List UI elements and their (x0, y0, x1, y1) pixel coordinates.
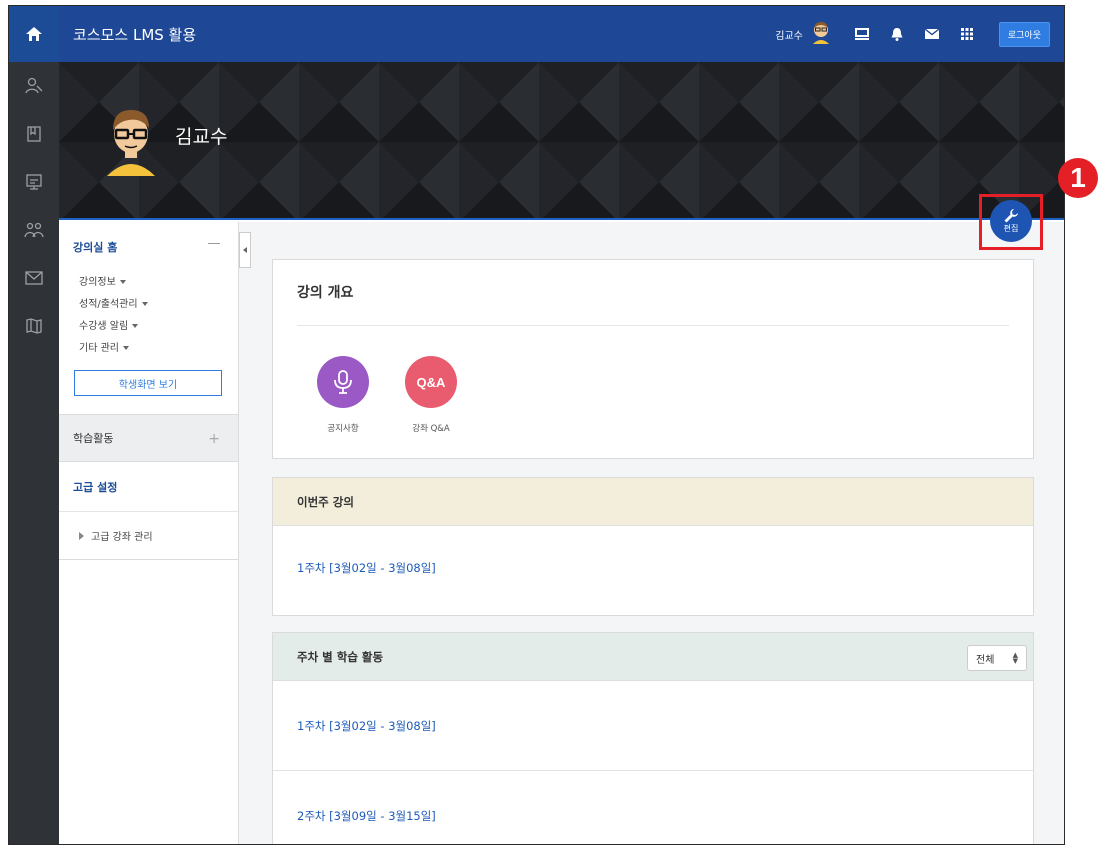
plus-icon[interactable]: + (208, 431, 220, 447)
bell-icon (891, 27, 903, 41)
advanced-course-management-label: 고급 강좌 관리 (91, 532, 153, 543)
edit-highlight-box: 편집 (979, 194, 1043, 250)
edit-label: 편집 (1003, 223, 1019, 233)
profile-avatar[interactable] (101, 104, 161, 180)
weekly-header: 주차 별 학습 활동 전체 ▲ ▼ (273, 633, 1033, 681)
logout-button[interactable]: 로그아웃 (998, 21, 1050, 47)
activity-notice-label[interactable]: 공지사항 (303, 422, 383, 434)
grid-icon (960, 28, 973, 40)
top-bar: 코스모스 LMS 활용 김교수 로그아웃 (59, 6, 1064, 62)
messages-button[interactable] (924, 29, 939, 39)
avatar-icon (812, 22, 829, 44)
activity-notice[interactable]: 공지사항 (303, 356, 383, 434)
week-row: 2주차 [3월09일 - 3월15일] (273, 771, 1033, 844)
week-row: 1주차 [3월02일 - 3월08일] (273, 681, 1033, 771)
menu-grade-attendance[interactable]: 성적/출석관리 (79, 294, 238, 316)
course-overview-card: 강의 개요 공지사항 Q&A 강좌 Q&A (272, 259, 1034, 459)
learning-activity-label: 학습활동 (73, 432, 114, 445)
course-menu: 강의정보 성적/출석관리 수강생 알림 기타 관리 (59, 272, 238, 360)
wrench-icon (1004, 208, 1018, 222)
rail-profile-button[interactable] (9, 62, 59, 110)
caret-down-icon (122, 346, 129, 350)
weekly-activity-card: 주차 별 학습 활동 전체 ▲ ▼ 1주차 [3월02일 - 3월08일] 2주차… (272, 632, 1034, 844)
site-title[interactable]: 코스모스 LMS 활용 (73, 24, 196, 45)
menu-student-notice-label: 수강생 알림 (79, 321, 129, 332)
student-view-button[interactable]: 학생화면 보기 (74, 370, 222, 396)
mail-icon (25, 271, 43, 285)
user-icon (25, 77, 43, 94)
user-name[interactable]: 김교수 (775, 27, 803, 42)
learning-activity-section[interactable]: 학습활동 + (59, 414, 238, 462)
dashboard-button[interactable] (854, 28, 869, 40)
menu-other-management[interactable]: 기타 관리 (79, 338, 238, 360)
rail-presentation-button[interactable] (9, 158, 59, 206)
book-icon (27, 126, 41, 142)
presentation-icon (26, 174, 42, 190)
menu-course-info[interactable]: 강의정보 (79, 272, 238, 294)
course-sidebar: 강의실 홈 강의정보 성적/출석관리 수강생 알림 기타 관리 학생화면 보기 … (59, 222, 239, 844)
caret-down-icon (119, 280, 126, 284)
rail-users-button[interactable] (9, 206, 59, 254)
week-2-link[interactable]: 2주차 [3월09일 - 3월15일] (273, 808, 436, 824)
notifications-button[interactable] (891, 27, 903, 41)
advanced-course-management[interactable]: 고급 강좌 관리 (59, 512, 238, 560)
advanced-settings-header[interactable]: 고급 설정 (59, 462, 238, 512)
rail-map-button[interactable] (9, 302, 59, 350)
icon-rail (9, 6, 59, 844)
week-filter-value: 전체 (976, 654, 995, 666)
microphone-icon (334, 370, 352, 394)
profile-banner: 김교수 (59, 62, 1064, 220)
this-week-card: 이번주 강의 1주차 [3월02일 - 3월08일] (272, 477, 1034, 616)
lms-window: 코스모스 LMS 활용 김교수 로그아웃 김교수 강의실 홈 강의정보 성적/출… (8, 5, 1065, 845)
course-home-link[interactable]: 강의실 홈 (59, 222, 238, 272)
activity-qna[interactable]: Q&A 강좌 Q&A (391, 356, 471, 434)
map-icon (26, 318, 42, 334)
menu-course-info-label: 강의정보 (79, 277, 116, 288)
profile-avatar-icon (107, 110, 155, 176)
divider (297, 325, 1009, 326)
triangle-right-icon (79, 531, 84, 540)
apps-button[interactable] (960, 28, 973, 40)
this-week-title: 이번주 강의 (273, 478, 1033, 526)
weekly-title: 주차 별 학습 활동 (297, 649, 384, 664)
rail-message-button[interactable] (9, 254, 59, 302)
group-icon (24, 222, 44, 238)
monitor-icon (854, 28, 869, 40)
menu-other-management-label: 기타 관리 (79, 343, 119, 354)
edit-button[interactable]: 편집 (990, 200, 1032, 242)
profile-name: 김교수 (175, 126, 228, 148)
qna-circle[interactable]: Q&A (405, 356, 457, 408)
menu-grade-attendance-label: 성적/출석관리 (79, 299, 138, 310)
course-home-label: 강의실 홈 (73, 241, 118, 254)
rail-courses-button[interactable] (9, 110, 59, 158)
caret-down-icon (132, 324, 139, 328)
week-filter-select[interactable]: 전체 ▲ ▼ (967, 645, 1027, 671)
home-icon (26, 27, 42, 41)
sidebar-collapse-toggle[interactable] (239, 232, 251, 268)
notice-circle[interactable] (317, 356, 369, 408)
week-1-link[interactable]: 1주차 [3월02일 - 3월08일] (273, 718, 436, 734)
home-button[interactable] (9, 6, 59, 62)
envelope-icon (924, 29, 939, 39)
user-avatar[interactable] (809, 20, 833, 48)
select-arrows-icon: ▲ ▼ (1012, 651, 1018, 665)
overview-title: 강의 개요 (297, 285, 354, 301)
collapse-minus-icon[interactable] (208, 243, 220, 244)
menu-student-notice[interactable]: 수강생 알림 (79, 316, 238, 338)
activity-qna-label[interactable]: 강좌 Q&A (391, 422, 471, 434)
caret-down-icon (141, 302, 148, 306)
this-week-link[interactable]: 1주차 [3월02일 - 3월08일] (273, 560, 1033, 576)
step-badge: 1 (1058, 158, 1098, 198)
main-content: 강의 개요 공지사항 Q&A 강좌 Q&A 이번주 강의 1주차 [3월02일 … (239, 222, 1064, 844)
